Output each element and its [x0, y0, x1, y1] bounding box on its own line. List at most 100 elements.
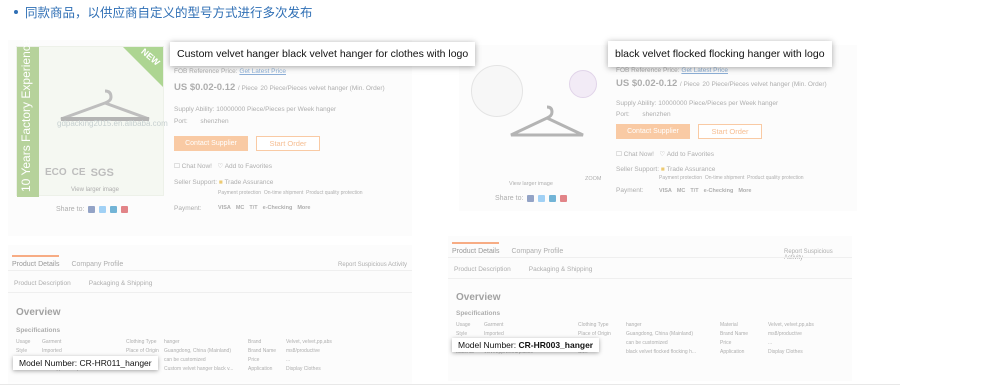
spec-key: Usage — [456, 322, 471, 328]
facebook-icon[interactable] — [88, 206, 96, 213]
price-row: US $0.02-0.12 / Piece 20 Piece/Pieces ve… — [174, 82, 385, 93]
subtab-description[interactable]: Product Description — [454, 266, 511, 273]
intro-line: 同款商品，以供应商自定义的型号方式进行多次发布 — [14, 2, 313, 21]
model-number-value: CR-HR003_hanger — [518, 340, 594, 350]
fob-row: FOB Reference Price: Get Latest Price — [616, 67, 728, 74]
eco-badge: ECO — [45, 167, 67, 178]
port-label: Port: — [616, 111, 630, 118]
add-favorites-link[interactable]: Add to Favorites — [667, 151, 714, 158]
price-unit: / Piece — [237, 85, 258, 92]
product-image-1[interactable]: 10 Years Factory Experience NEW gdpackin… — [16, 40, 168, 197]
chat-now-link[interactable]: Chat Now! — [182, 163, 212, 170]
spec-value: hanger — [164, 339, 180, 345]
spec-value: Velvet, velvet,pp,abs — [768, 322, 814, 328]
assurance-item: On-time shipment — [704, 175, 745, 181]
assurance-item: On-time shipment — [263, 190, 304, 196]
details-panel-2: Product Details Company Profile Report S… — [448, 236, 852, 381]
shield-icon: ■ — [218, 179, 223, 186]
tab-company-profile[interactable]: Company Profile — [511, 242, 563, 255]
twitter-icon[interactable] — [538, 195, 546, 202]
assurance-item: Product quality protection — [747, 175, 804, 181]
start-order-button[interactable]: Start Order — [256, 136, 320, 151]
spec-key: Clothing Type — [578, 322, 609, 328]
price-row: US $0.02-0.12 / Piece 20 Piece/Pieces ve… — [616, 78, 827, 89]
share-label: Share to: — [495, 195, 524, 202]
trade-assurance[interactable]: Trade Assurance — [224, 179, 273, 186]
linkedin-icon[interactable] — [110, 206, 118, 213]
payment-label: Payment: — [616, 187, 644, 194]
assurance-item: Payment protection — [659, 175, 703, 181]
ce-badge: CE — [71, 167, 86, 178]
tt-logo: T/T — [690, 188, 699, 194]
specifications-heading: Specifications — [16, 327, 61, 334]
heart-icon: ♡ — [217, 163, 224, 170]
latest-price-link[interactable]: Get Latest Price — [681, 67, 728, 74]
report-link[interactable]: Report Suspicious Activity — [784, 249, 852, 261]
bottom-divider — [0, 384, 900, 385]
share-label: Share to: — [56, 206, 85, 213]
assurance-items: Payment protection On-time shipment Prod… — [218, 190, 363, 197]
spec-key: Brand Name — [720, 331, 749, 337]
spec-value: Guangdong, China (Mainland) — [626, 331, 693, 337]
contact-supplier-button[interactable]: Contact Supplier — [174, 136, 248, 151]
model-number-label: Model Number: — [19, 358, 78, 368]
spec-value: Velvet, velvet,pp,abs — [286, 339, 332, 345]
zoom-label[interactable]: ZOOM — [585, 176, 602, 182]
product-title-callout-1: Custom velvet hanger black velvet hanger… — [170, 42, 476, 66]
chat-now-link[interactable]: Chat Now! — [624, 151, 654, 158]
cert-badges: ECO CE SGS — [45, 167, 114, 179]
spec-key: Place of Origin — [578, 331, 611, 337]
model-number-callout-2: Model Number: CR-HR003_hanger — [452, 338, 600, 352]
latest-price-link[interactable]: Get Latest Price — [239, 68, 286, 75]
spec-value: can be customized — [626, 340, 668, 346]
supply-row: Supply Ability: 10000000 Piece/Pieces pe… — [616, 100, 778, 107]
twitter-icon[interactable] — [99, 206, 107, 213]
trade-assurance[interactable]: Trade Assurance — [666, 166, 715, 173]
subtab-packaging[interactable]: Packaging & Shipping — [529, 266, 593, 273]
spec-value: Garment — [42, 339, 62, 345]
overview-heading: Overview — [16, 307, 61, 318]
model-number-callout-1: Model Number: CR-HR011_hanger — [13, 356, 158, 370]
image-caption[interactable]: View larger image — [509, 181, 553, 187]
visa-logo: VISA — [218, 205, 231, 211]
seller-support-row: Seller Support: ■ Trade Assurance — [174, 179, 273, 186]
contact-supplier-button[interactable]: Contact Supplier — [616, 124, 690, 139]
spec-value: Custom velvet hanger black v... — [164, 366, 234, 372]
start-order-button[interactable]: Start Order — [698, 124, 762, 139]
mastercard-logo: MC — [676, 188, 686, 194]
shield-icon: ■ — [660, 166, 665, 173]
add-favorites-link[interactable]: Add to Favorites — [225, 163, 272, 170]
product-panel-1: 10 Years Factory Experience NEW gdpackin… — [8, 40, 412, 236]
sgs-badge: SGS — [90, 167, 114, 179]
pinterest-icon[interactable] — [560, 195, 568, 202]
model-number-label: Model Number: — [458, 340, 517, 350]
intro-text: 同款商品，以供应商自定义的型号方式进行多次发布 — [25, 6, 313, 20]
tab-product-details[interactable]: Product Details — [12, 255, 60, 268]
share-row: Share to: — [56, 206, 129, 213]
detail-subtabs: Product Description Packaging & Shipping — [454, 266, 592, 273]
port-row: Port: shenzhen — [616, 111, 671, 118]
tab-product-details[interactable]: Product Details — [452, 242, 500, 255]
spec-key: Application — [248, 366, 273, 372]
report-link[interactable]: Report Suspicious Activity — [338, 262, 407, 268]
moq: 20 Piece/Pieces velvet hanger (Min. Orde… — [260, 85, 385, 92]
more-payment-link[interactable]: More — [738, 188, 751, 194]
port-value: shenzhen — [200, 118, 229, 125]
tab-company-profile[interactable]: Company Profile — [71, 255, 123, 268]
fob-row: FOB Reference Price: Get Latest Price — [174, 68, 286, 75]
assurance-items: Payment protection On-time shipment Prod… — [659, 175, 804, 182]
more-payment-link[interactable]: More — [297, 205, 310, 211]
moq: 20 Piece/Pieces velvet hanger (Min. Orde… — [702, 81, 827, 88]
assurance-item: Payment protection — [218, 190, 262, 196]
subtab-description[interactable]: Product Description — [14, 280, 71, 287]
product-image-2[interactable] — [465, 53, 597, 177]
divider — [8, 270, 412, 271]
pinterest-icon[interactable] — [121, 206, 129, 213]
facebook-icon[interactable] — [527, 195, 535, 202]
tt-logo: T/T — [249, 205, 258, 211]
image-caption[interactable]: View larger image — [71, 187, 119, 193]
subtab-packaging[interactable]: Packaging & Shipping — [89, 280, 153, 287]
linkedin-icon[interactable] — [549, 195, 557, 202]
spec-key: Usage — [16, 339, 31, 345]
hanger-icon — [510, 105, 584, 137]
